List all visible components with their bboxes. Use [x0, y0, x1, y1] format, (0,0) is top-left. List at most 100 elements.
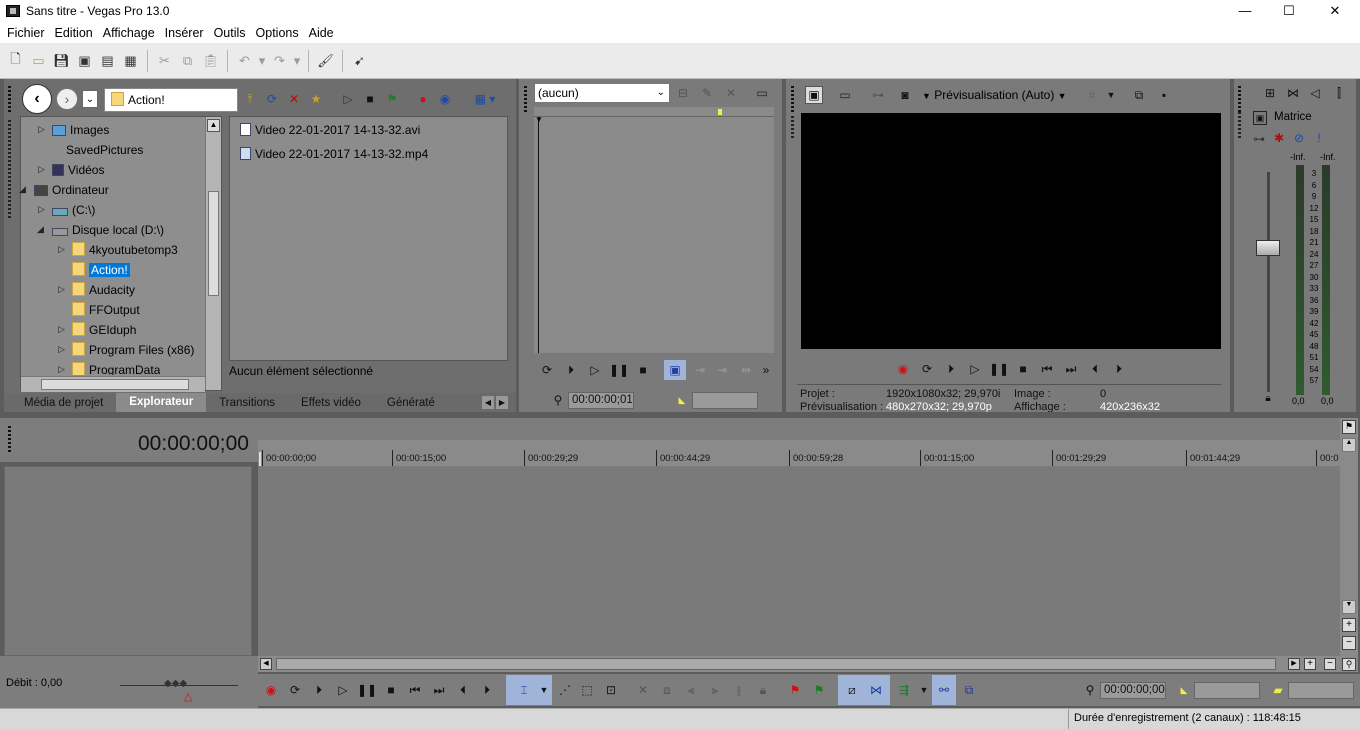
- timeline-hscroll-thumb[interactable]: [276, 658, 1276, 670]
- go-to-end-icon[interactable]: ⏭: [430, 681, 448, 699]
- play-icon[interactable]: ▷: [334, 681, 352, 699]
- track-list[interactable]: [4, 466, 252, 656]
- preview-quality-dropdown[interactable]: ▼ Prévisualisation (Auto) ▼: [922, 86, 1067, 105]
- properties-icon[interactable]: ▦: [119, 49, 142, 72]
- expand-arrow-icon[interactable]: ▷: [58, 284, 65, 295]
- stop-icon[interactable]: ■: [382, 681, 400, 699]
- search-media-icon[interactable]: ◉: [436, 90, 454, 108]
- project-properties-icon[interactable]: ▣: [805, 86, 823, 104]
- zoom-in-icon[interactable]: +: [1342, 618, 1356, 632]
- overlays-grid-icon[interactable]: #: [1084, 86, 1100, 104]
- go-to-start-icon[interactable]: ⏮: [406, 681, 424, 699]
- marker-flag-icon[interactable]: ⚑: [1342, 420, 1356, 434]
- collapse-arrow-icon[interactable]: ◢: [37, 224, 44, 235]
- lock-icon[interactable]: 🔒︎: [1262, 392, 1274, 404]
- play-from-start-icon[interactable]: ⏵: [562, 362, 580, 378]
- tab-transitions[interactable]: Transitions: [206, 397, 288, 409]
- fx-gear-icon[interactable]: ✱: [1272, 131, 1286, 145]
- trim-icon[interactable]: ⧈: [658, 681, 676, 699]
- envelope-tool-icon[interactable]: ⋰: [556, 681, 574, 699]
- tree-item-program-files[interactable]: Program Files (x86): [72, 341, 194, 359]
- mute-icon[interactable]: ◁: [1306, 84, 1324, 102]
- cut-icon[interactable]: ✂: [153, 49, 176, 72]
- fit-icon[interactable]: ⇹: [736, 362, 756, 378]
- scroll-up-icon[interactable]: ▲: [207, 119, 220, 132]
- enable-snapping-icon[interactable]: 🖌︎: [314, 49, 337, 72]
- stop-icon[interactable]: ■: [634, 362, 652, 378]
- recent-locations-icon[interactable]: ⌄: [82, 90, 98, 108]
- normal-edit-tool-icon[interactable]: ⌶: [514, 681, 534, 699]
- bus-routing-icon[interactable]: ⊶: [1250, 132, 1268, 146]
- external-monitor-icon[interactable]: ▭: [836, 86, 854, 104]
- stop-icon[interactable]: ■: [1014, 361, 1032, 377]
- solo-icon[interactable]: !: [1314, 131, 1324, 145]
- explorer-grip[interactable]: [8, 86, 11, 112]
- file-item-avi[interactable]: Video 22-01-2017 14-13-32.avi: [240, 123, 420, 137]
- loop-icon[interactable]: ⟳: [538, 362, 556, 378]
- bypass-icon[interactable]: ⊘: [1292, 131, 1306, 145]
- split-screen-icon[interactable]: ⊶: [868, 86, 888, 104]
- open-folder-icon[interactable]: ▭: [27, 49, 50, 72]
- next-frame-icon[interactable]: ⏵: [478, 681, 496, 699]
- timeline-horizontal-scrollbar[interactable]: ◀ ▶ + −: [258, 656, 1340, 672]
- video-fx-icon[interactable]: ◙: [896, 86, 914, 104]
- expand-arrow-icon[interactable]: ▷: [58, 344, 65, 355]
- tree-item-geiduph[interactable]: GEIduph: [72, 321, 136, 339]
- scroll-right-icon[interactable]: ▶: [1288, 658, 1300, 670]
- add-favorite-icon[interactable]: ★: [307, 90, 325, 108]
- save-as-icon[interactable]: ▣: [73, 49, 96, 72]
- tab-explorateur[interactable]: Explorateur: [116, 393, 207, 412]
- insert-icon[interactable]: ⇥: [692, 362, 708, 378]
- auto-preview-icon[interactable]: ⚑: [383, 90, 401, 108]
- pause-icon[interactable]: ❚❚: [357, 681, 377, 699]
- redo-dropdown-icon[interactable]: ▾: [291, 49, 303, 72]
- preview-grip[interactable]: [791, 86, 794, 112]
- auto-ripple-icon[interactable]: ⇶: [894, 681, 914, 699]
- tab-media-de-projet[interactable]: Média de projet: [4, 397, 116, 409]
- record-icon[interactable]: ◉: [894, 361, 912, 377]
- menu-affichage[interactable]: Affichage: [98, 26, 160, 40]
- marker-bar[interactable]: [258, 418, 1340, 440]
- selection-start-time[interactable]: [1194, 682, 1260, 699]
- whats-this-help-icon[interactable]: ➹: [348, 49, 371, 72]
- back-icon[interactable]: ‹: [22, 84, 52, 114]
- tree-item-audacity[interactable]: Audacity: [72, 281, 135, 299]
- forward-icon[interactable]: ›: [56, 88, 78, 110]
- tabs-scroll-left-icon[interactable]: ◀: [482, 396, 494, 409]
- previous-frame-icon[interactable]: ⏴: [454, 681, 472, 699]
- timeline-track-area[interactable]: [258, 466, 1340, 656]
- play-icon[interactable]: ▷: [966, 361, 984, 377]
- play-icon[interactable]: ▷: [586, 362, 604, 378]
- tree-vertical-scrollbar[interactable]: ▲: [205, 117, 221, 390]
- menu-inserer[interactable]: Insérer: [160, 26, 209, 40]
- more-icon[interactable]: »: [759, 362, 773, 378]
- expand-arrow-icon[interactable]: ▷: [38, 204, 45, 215]
- ignore-grouping-icon[interactable]: ⧉: [960, 681, 978, 699]
- close-button[interactable]: ✕: [1312, 0, 1358, 22]
- zoom-tool-icon[interactable]: ⊡: [602, 681, 620, 699]
- matrix-icon[interactable]: ▣: [1253, 111, 1267, 125]
- tree-item-ordinateur[interactable]: Ordinateur: [34, 181, 109, 199]
- pause-icon[interactable]: ❚❚: [609, 362, 629, 378]
- trimmer-ruler[interactable]: [534, 107, 774, 117]
- h-zoom-in-icon[interactable]: +: [1304, 658, 1316, 670]
- expand-arrow-icon[interactable]: ▷: [58, 364, 65, 375]
- zoom-out-icon[interactable]: −: [1342, 636, 1356, 650]
- timeline-grip[interactable]: [8, 426, 11, 452]
- add-right-icon[interactable]: ⇥: [714, 362, 730, 378]
- tree-hscroll-thumb[interactable]: [41, 379, 189, 390]
- trim-start-icon[interactable]: ⫷: [682, 681, 700, 699]
- menu-options[interactable]: Options: [251, 26, 304, 40]
- timeline-current-time[interactable]: 00:00:00;00: [138, 432, 249, 456]
- trimmer-timeline[interactable]: [534, 117, 774, 353]
- lock-icon[interactable]: 🔒︎: [754, 681, 772, 699]
- tree-horizontal-scrollbar[interactable]: [21, 376, 205, 392]
- go-to-end-icon[interactable]: ⏭: [1062, 361, 1080, 377]
- tabs-scroll-right-icon[interactable]: ▶: [496, 396, 508, 409]
- views-dropdown-icon[interactable]: ▦ ▾: [468, 90, 502, 108]
- play-from-start-icon[interactable]: ⏵: [310, 681, 328, 699]
- split-icon[interactable]: ⫲: [730, 681, 748, 699]
- volume-fader-track[interactable]: [1267, 172, 1270, 392]
- zoom-tool-icon[interactable]: ⚲: [1342, 658, 1356, 671]
- tree-item-4kyoutubetomp3[interactable]: 4kyoutubetomp3: [72, 241, 178, 259]
